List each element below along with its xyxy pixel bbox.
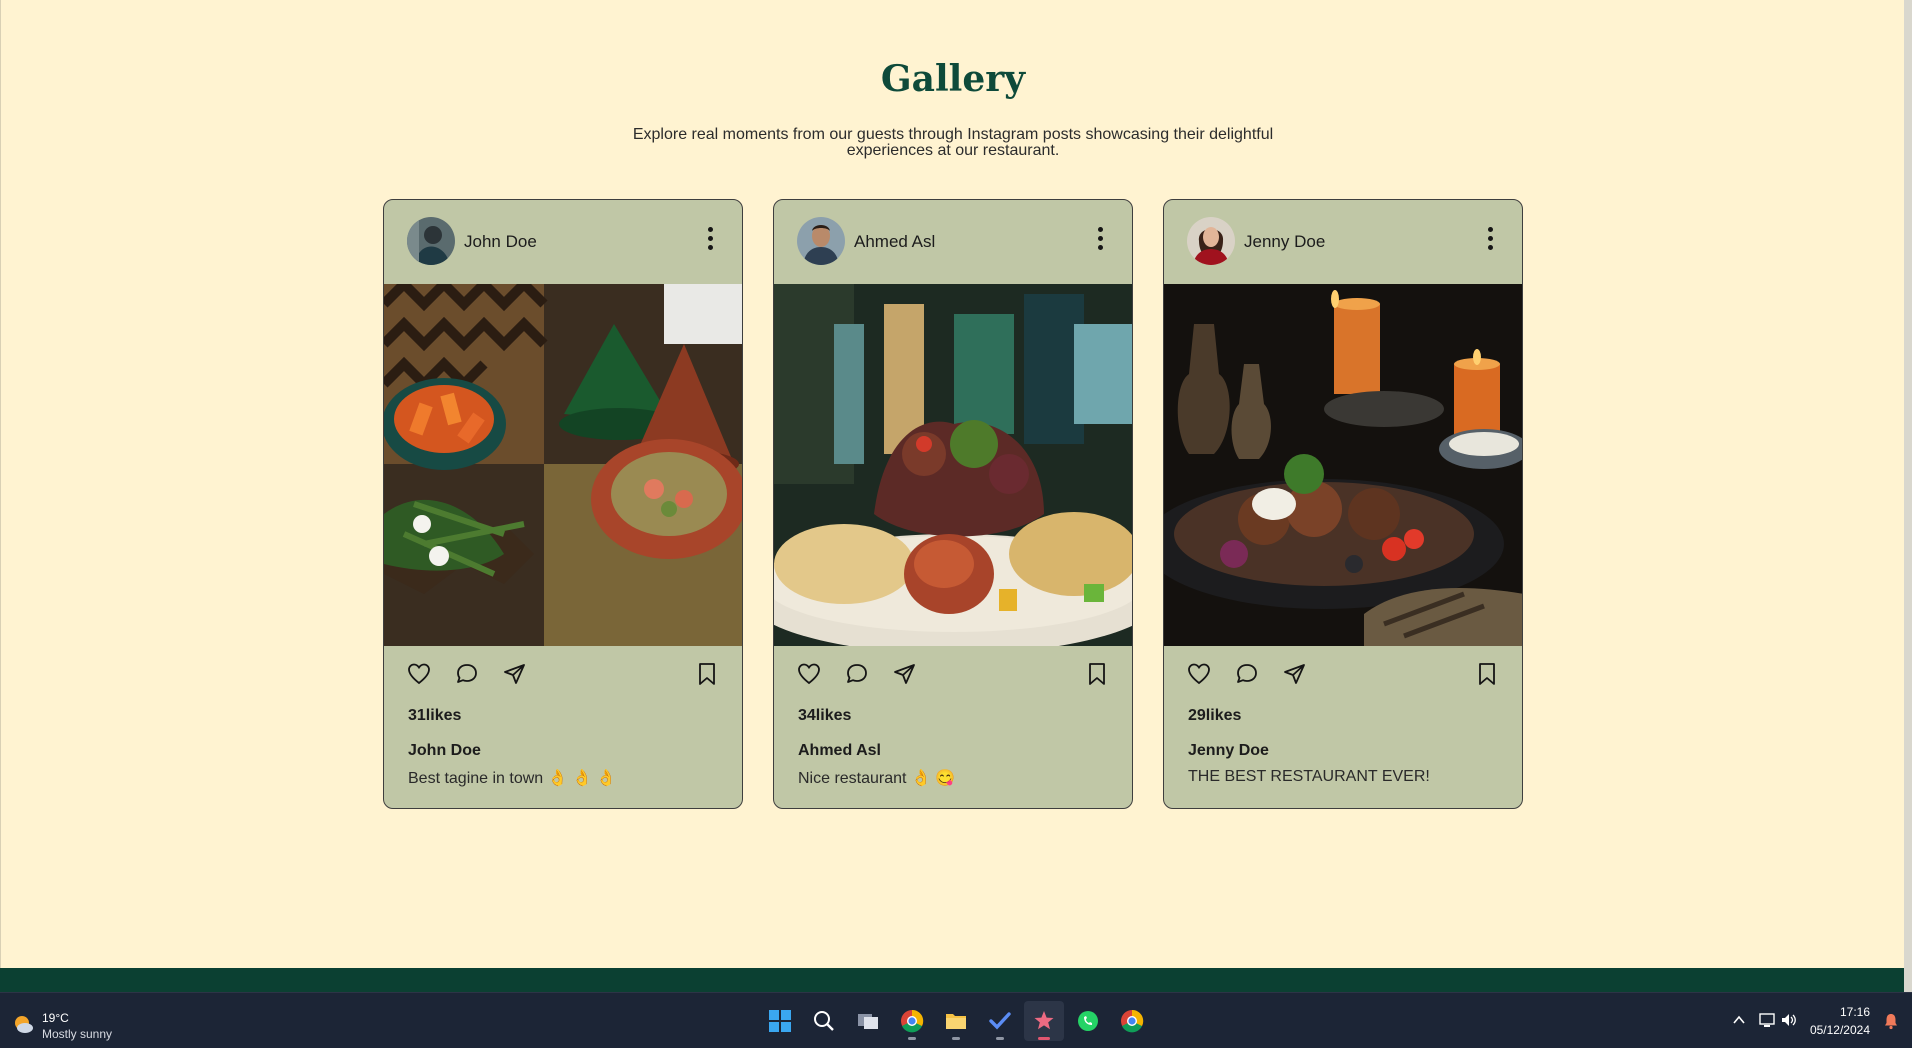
- taskbar-app-chrome-profile[interactable]: [1112, 1001, 1152, 1041]
- caption-username[interactable]: Jenny Doe: [1188, 742, 1269, 760]
- more-options-icon[interactable]: [1488, 227, 1494, 251]
- clock-date[interactable]: 05/12/2024: [1810, 1023, 1870, 1037]
- folder-icon: [946, 1014, 966, 1029]
- avatar[interactable]: [797, 217, 845, 265]
- post-caption: Best tagine in town 👌 👌 👌: [408, 770, 617, 787]
- caption-username[interactable]: Ahmed Asl: [798, 742, 881, 760]
- app-star-icon: [1034, 1011, 1054, 1030]
- clock-time[interactable]: 17:16: [1840, 1005, 1870, 1019]
- comment-icon[interactable]: [454, 661, 480, 687]
- comment-icon[interactable]: [1234, 661, 1260, 687]
- todo-check-icon: [989, 1012, 1011, 1030]
- share-icon[interactable]: [892, 661, 918, 687]
- taskbar-app-chrome[interactable]: [892, 1001, 932, 1041]
- post-header: Jenny Doe: [1164, 200, 1522, 284]
- instagram-post-card: Ahmed Asl 34likes Ahmed Asl Nice restaur…: [773, 199, 1133, 809]
- windows-taskbar: 19°C Mostly sunny 17:16 05/12/2024: [0, 992, 1912, 1048]
- task-view-icon: [858, 1014, 878, 1029]
- taskbar-app-file-explorer[interactable]: [936, 1001, 976, 1041]
- post-username[interactable]: Jenny Doe: [1244, 232, 1325, 252]
- post-actions: [774, 661, 1132, 691]
- more-options-icon[interactable]: [1098, 227, 1104, 251]
- likes-count: 31likes: [408, 707, 462, 724]
- page-scrollbar[interactable]: [1904, 0, 1912, 992]
- page-title: Gallery: [880, 58, 1026, 100]
- share-icon[interactable]: [1282, 661, 1308, 687]
- chrome-icon: [901, 1009, 924, 1033]
- post-caption: Nice restaurant 👌 😋: [798, 770, 956, 787]
- bookmark-icon[interactable]: [1084, 661, 1110, 687]
- likes-count: 29likes: [1188, 707, 1242, 724]
- notification-bell-icon[interactable]: [1882, 1012, 1900, 1030]
- more-options-icon[interactable]: [708, 227, 714, 251]
- heart-icon[interactable]: [796, 661, 822, 687]
- weather-temperature: 19°C: [42, 1011, 69, 1025]
- comment-icon[interactable]: [844, 661, 870, 687]
- search-button[interactable]: [804, 1001, 844, 1041]
- task-view-button[interactable]: [848, 1001, 888, 1041]
- page-subtitle: Explore real moments from our guests thr…: [632, 126, 1274, 159]
- post-caption: THE BEST RESTAURANT EVER!: [1188, 768, 1430, 785]
- post-header: John Doe: [384, 200, 742, 284]
- avatar[interactable]: [407, 217, 455, 265]
- weather-description: Mostly sunny: [42, 1027, 113, 1041]
- heart-icon[interactable]: [406, 661, 432, 687]
- taskbar-app-active[interactable]: [1024, 1001, 1064, 1041]
- bookmark-icon[interactable]: [694, 661, 720, 687]
- post-actions: [1164, 661, 1522, 691]
- site-footer-strip: [0, 968, 1904, 992]
- post-photo[interactable]: [384, 284, 742, 646]
- gallery-page: Gallery Explore real moments from our gu…: [0, 0, 1904, 968]
- post-username[interactable]: John Doe: [464, 232, 537, 252]
- caption-username[interactable]: John Doe: [408, 742, 481, 760]
- post-header: Ahmed Asl: [774, 200, 1132, 284]
- system-tray: 17:16 05/12/2024: [1692, 993, 1912, 1048]
- chrome-profile-icon: [1121, 1009, 1144, 1033]
- share-icon[interactable]: [502, 661, 528, 687]
- post-photo[interactable]: [1164, 284, 1522, 646]
- taskbar-app-todo[interactable]: [980, 1001, 1020, 1041]
- whatsapp-icon: [1078, 1011, 1098, 1031]
- instagram-post-card: John Doe 31likes John Doe Best tagine in…: [383, 199, 743, 809]
- post-username[interactable]: Ahmed Asl: [854, 232, 935, 252]
- likes-count: 34likes: [798, 707, 852, 724]
- taskbar-app-whatsapp[interactable]: [1068, 1001, 1108, 1041]
- avatar[interactable]: [1187, 217, 1235, 265]
- windows-logo-icon: [769, 1010, 791, 1032]
- instagram-post-card: Jenny Doe 29likes Jenny Doe THE BEST RES…: [1163, 199, 1523, 809]
- chevron-up-icon[interactable]: [1732, 1013, 1746, 1027]
- sun-cloud-icon: [15, 1016, 33, 1033]
- bookmark-icon[interactable]: [1474, 661, 1500, 687]
- post-photo[interactable]: [774, 284, 1132, 646]
- post-actions: [384, 661, 742, 691]
- network-icon[interactable]: [1758, 1011, 1776, 1029]
- volume-icon[interactable]: [1780, 1011, 1798, 1029]
- start-button[interactable]: [760, 1001, 800, 1041]
- search-icon: [814, 1011, 834, 1031]
- heart-icon[interactable]: [1186, 661, 1212, 687]
